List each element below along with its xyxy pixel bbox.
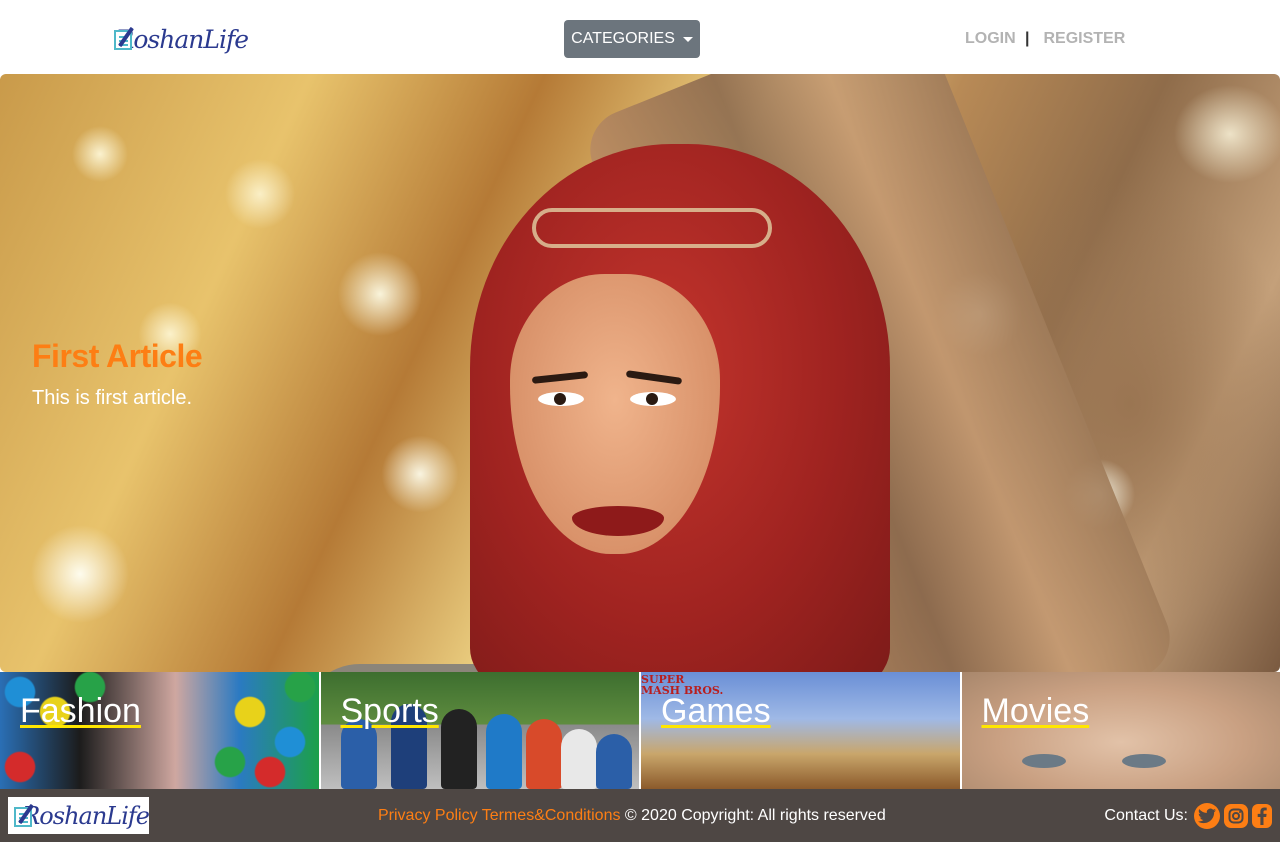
privacy-policy-link[interactable]: Privacy Policy: [378, 807, 478, 824]
categories-dropdown-button[interactable]: CATEGORIES: [564, 20, 700, 58]
hero-title[interactable]: First Article: [32, 338, 203, 375]
twitter-icon[interactable]: [1194, 803, 1220, 829]
category-label-fashion[interactable]: Fashion: [20, 692, 141, 731]
facebook-icon[interactable]: [1252, 804, 1272, 828]
hero-image-woman: [270, 144, 890, 672]
footer: RoshanLife Privacy Policy Termes&Conditi…: [0, 789, 1280, 842]
category-tiles: Fashion Sports SUPER MASH BROS. Games Mo…: [0, 672, 1280, 789]
logo-text: RoshanLife: [115, 24, 249, 54]
category-tile-fashion[interactable]: Fashion: [0, 672, 319, 789]
register-link[interactable]: REGISTER: [1043, 30, 1125, 48]
category-tile-sports[interactable]: Sports: [320, 672, 639, 789]
categories-label: CATEGORIES: [571, 30, 675, 47]
footer-logo-icon: [12, 803, 34, 829]
footer-links: Privacy Policy Termes&Conditions © 2020 …: [378, 807, 886, 825]
caret-down-icon: [682, 36, 693, 42]
instagram-icon[interactable]: [1224, 804, 1248, 828]
logo-icon: [112, 26, 134, 52]
copyright-text: © 2020 Copyright: All rights reserved: [624, 807, 886, 824]
auth-separator: |: [1025, 30, 1030, 47]
hero-carousel[interactable]: First Article This is first article.: [0, 74, 1280, 672]
hero-caption: First Article This is first article.: [32, 338, 203, 410]
category-tile-movies[interactable]: Movies: [961, 672, 1280, 789]
contact-us: Contact Us:: [1104, 803, 1272, 829]
site-logo[interactable]: RoshanLife: [112, 20, 249, 58]
navbar: RoshanLife CATEGORIES LOGIN | REGISTER: [0, 0, 1280, 74]
footer-logo[interactable]: RoshanLife: [8, 797, 150, 834]
terms-link[interactable]: Termes&Conditions: [482, 807, 621, 824]
auth-links: LOGIN | REGISTER: [965, 28, 1125, 50]
contact-label: Contact Us:: [1104, 807, 1188, 824]
hero-subtitle: This is first article.: [32, 387, 193, 409]
category-tile-games[interactable]: SUPER MASH BROS. Games: [641, 672, 960, 789]
category-label-sports[interactable]: Sports: [341, 692, 439, 731]
login-link[interactable]: LOGIN: [965, 30, 1016, 48]
category-label-movies[interactable]: Movies: [982, 692, 1090, 731]
category-label-games[interactable]: Games: [661, 692, 771, 731]
footer-logo-text: RoshanLife: [22, 801, 150, 830]
